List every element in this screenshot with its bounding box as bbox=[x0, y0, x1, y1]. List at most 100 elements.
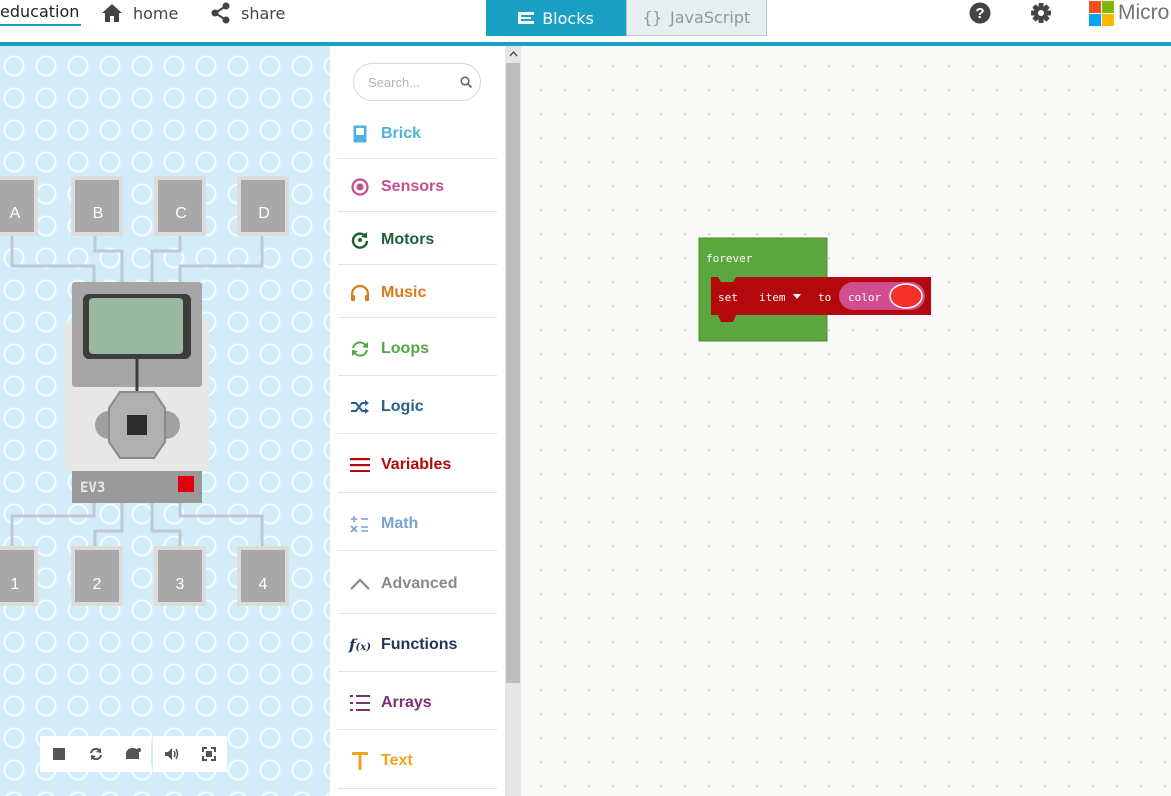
top-wires bbox=[10, 236, 264, 282]
math-icon bbox=[347, 514, 373, 534]
tab-javascript[interactable]: {} JavaScript bbox=[626, 0, 767, 36]
color-label: color bbox=[848, 291, 881, 304]
category-music[interactable]: Music bbox=[338, 269, 497, 318]
scroll-up-button[interactable] bbox=[505, 46, 521, 62]
sim-controls-group bbox=[40, 736, 151, 772]
bottom-wires bbox=[10, 502, 264, 546]
blocks-workspace[interactable]: forever set item to color bbox=[521, 46, 1171, 796]
category-text[interactable]: Text bbox=[338, 734, 497, 789]
simulator-toolbar bbox=[40, 736, 229, 772]
category-label: Music bbox=[381, 284, 427, 301]
category-label: Advanced bbox=[381, 575, 458, 592]
category-label: Sensors bbox=[381, 178, 445, 195]
port-a[interactable]: A bbox=[0, 176, 38, 236]
home-label: home bbox=[133, 3, 179, 23]
microsoft-label: Micro bbox=[1118, 1, 1170, 24]
category-variables[interactable]: Variables bbox=[338, 438, 497, 493]
category-label: Loops bbox=[381, 339, 429, 357]
category-label: Motors bbox=[381, 231, 435, 248]
variables-icon bbox=[347, 458, 373, 472]
function-icon: f(x) bbox=[349, 635, 371, 654]
workspace-canvas: forever set item to color bbox=[698, 237, 931, 342]
top-bar: education home share Blocks {} JavaScrip… bbox=[0, 0, 1171, 42]
restart-button[interactable] bbox=[77, 736, 114, 772]
category-label: Math bbox=[381, 514, 419, 532]
share-link[interactable]: share bbox=[211, 0, 285, 26]
restart-icon bbox=[89, 747, 102, 761]
mute-button[interactable] bbox=[153, 736, 190, 772]
ev3-simulator: A B C D EV3 1 2 3 4 bbox=[0, 46, 330, 796]
sim-view-group bbox=[153, 736, 227, 772]
set-label: set bbox=[718, 291, 738, 304]
port-c[interactable]: C bbox=[154, 176, 206, 236]
category-math[interactable]: Math bbox=[338, 497, 497, 551]
category-label: Variables bbox=[381, 456, 452, 473]
category-arrays[interactable]: Arrays bbox=[338, 676, 497, 730]
svg-text:?: ? bbox=[975, 5, 984, 22]
category-label: Arrays bbox=[381, 693, 432, 711]
port-d[interactable]: D bbox=[237, 176, 289, 236]
home-icon bbox=[102, 4, 122, 22]
ev3-brick: EV3 bbox=[65, 282, 209, 503]
sensor-icon bbox=[347, 178, 373, 196]
stop-button[interactable] bbox=[40, 736, 77, 772]
share-icon bbox=[211, 2, 230, 24]
scroll-thumb[interactable] bbox=[506, 63, 520, 683]
mute-icon bbox=[164, 748, 178, 760]
search-icon[interactable] bbox=[460, 76, 472, 88]
category-brick[interactable]: Brick bbox=[338, 110, 497, 159]
slow-motion-button[interactable] bbox=[114, 736, 151, 772]
port-b[interactable]: B bbox=[71, 176, 123, 236]
blocks-icon bbox=[518, 12, 535, 24]
tab-blocks[interactable]: Blocks bbox=[486, 0, 626, 36]
chevron-up-icon bbox=[347, 577, 373, 591]
category-loops[interactable]: Loops bbox=[338, 322, 497, 376]
color-block[interactable]: color bbox=[839, 282, 925, 310]
category-advanced[interactable]: Advanced bbox=[338, 555, 497, 614]
port-4[interactable]: 4 bbox=[237, 546, 289, 606]
ev3-label: EV3 bbox=[80, 480, 105, 496]
port-1-label: 1 bbox=[11, 576, 20, 593]
microsoft-logo-link[interactable]: Micro bbox=[1089, 0, 1169, 26]
toolbox-scrollbar[interactable] bbox=[505, 46, 521, 796]
variable-name: item bbox=[759, 291, 786, 304]
port-1[interactable]: 1 bbox=[0, 546, 38, 606]
text-icon bbox=[347, 752, 373, 770]
tab-blocks-label: Blocks bbox=[542, 8, 594, 28]
category-label: Text bbox=[381, 752, 413, 769]
toolbox: Brick Sensors Motors Music Loops Logic bbox=[330, 46, 505, 796]
braces-icon: {} bbox=[642, 8, 663, 27]
brand-logo[interactable]: education bbox=[0, 2, 82, 26]
brick-icon bbox=[347, 125, 373, 143]
headphones-icon bbox=[347, 285, 373, 301]
category-motors[interactable]: Motors bbox=[338, 216, 497, 265]
fullscreen-button[interactable] bbox=[190, 736, 227, 772]
color-swatch[interactable] bbox=[889, 283, 923, 309]
port-2[interactable]: 2 bbox=[71, 546, 123, 606]
slow-motion-icon bbox=[125, 748, 141, 759]
stop-icon bbox=[52, 748, 65, 760]
to-label: to bbox=[818, 291, 831, 304]
port-3-label: 3 bbox=[176, 576, 185, 593]
category-label: Logic bbox=[381, 397, 424, 415]
port-d-label: D bbox=[258, 205, 270, 222]
simulator-canvas: A B C D EV3 1 2 3 4 bbox=[0, 176, 289, 606]
port-3[interactable]: 3 bbox=[154, 546, 206, 606]
home-link[interactable]: home bbox=[101, 0, 178, 26]
port-2-label: 2 bbox=[93, 576, 102, 593]
settings-icon[interactable] bbox=[1030, 2, 1052, 24]
category-sensors[interactable]: Sensors bbox=[338, 163, 497, 212]
category-logic[interactable]: Logic bbox=[338, 380, 497, 434]
port-4-label: 4 bbox=[259, 576, 268, 593]
category-functions[interactable]: f(x) Functions bbox=[338, 618, 497, 672]
help-icon[interactable]: ? bbox=[969, 2, 991, 24]
shuffle-icon bbox=[347, 399, 373, 415]
list-icon bbox=[347, 694, 373, 712]
search-box[interactable] bbox=[353, 63, 481, 101]
share-label: share bbox=[241, 3, 286, 23]
search-input[interactable] bbox=[368, 74, 460, 90]
category-label: Functions bbox=[381, 635, 458, 653]
chevron-up-icon bbox=[508, 51, 518, 57]
port-c-label: C bbox=[175, 205, 187, 222]
forever-label: forever bbox=[706, 252, 753, 265]
